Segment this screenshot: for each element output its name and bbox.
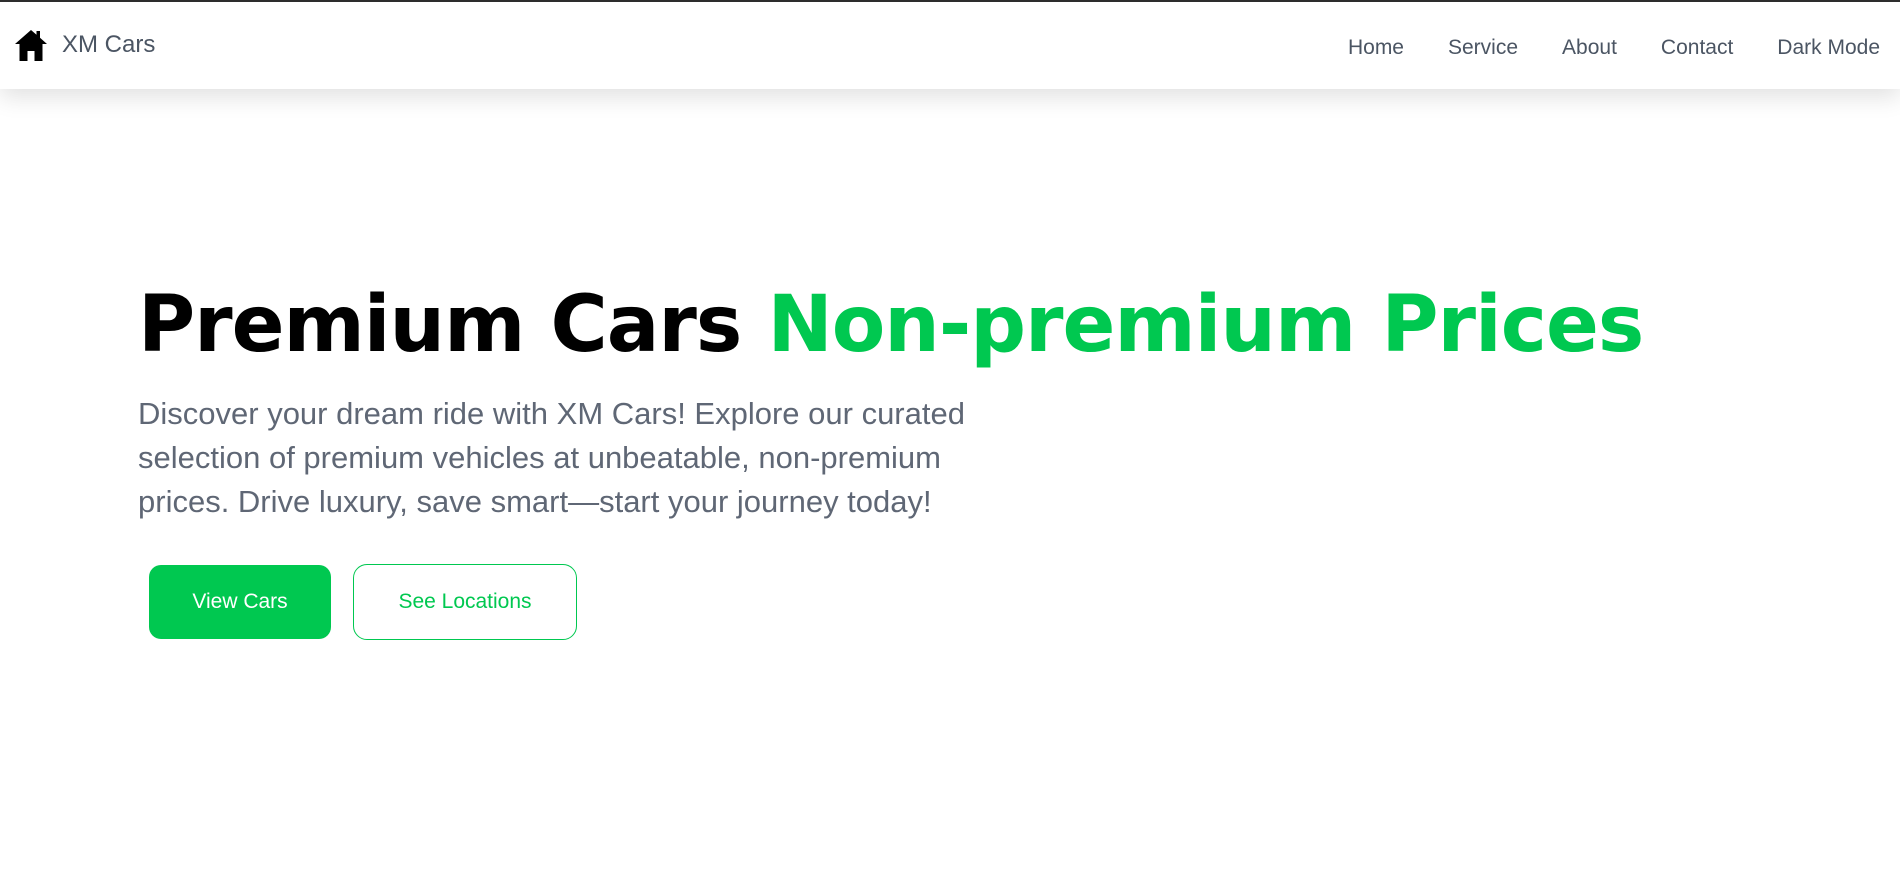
see-locations-button[interactable]: See Locations [353,564,577,640]
nav-link-home[interactable]: Home [1348,36,1404,60]
hero-description: Discover your dream ride with XM Cars! E… [138,396,965,519]
nav-link-service[interactable]: Service [1448,36,1518,60]
navbar: XM Cars Home Service About Contact Dark … [0,2,1900,89]
home-icon [14,28,48,62]
dark-mode-toggle[interactable]: Dark Mode [1777,36,1880,60]
headline-accent-text: Non-premium Prices [767,280,1644,370]
hero-headline: Premium Cars Non-premium Prices [138,280,1738,370]
headline-primary-text: Premium Cars [138,280,742,370]
nav-link-contact[interactable]: Contact [1661,36,1733,60]
view-cars-button[interactable]: View Cars [149,565,331,639]
brand-link[interactable]: XM Cars [14,28,155,62]
hero-section: Premium Cars Non-premium Prices Discover… [138,280,1738,524]
nav-link-about[interactable]: About [1562,36,1617,60]
hero-actions: View Cars See Locations [149,564,577,640]
nav-menu: Home Service About Contact Dark Mode [1304,36,1880,60]
brand-name: XM Cars [62,31,156,58]
